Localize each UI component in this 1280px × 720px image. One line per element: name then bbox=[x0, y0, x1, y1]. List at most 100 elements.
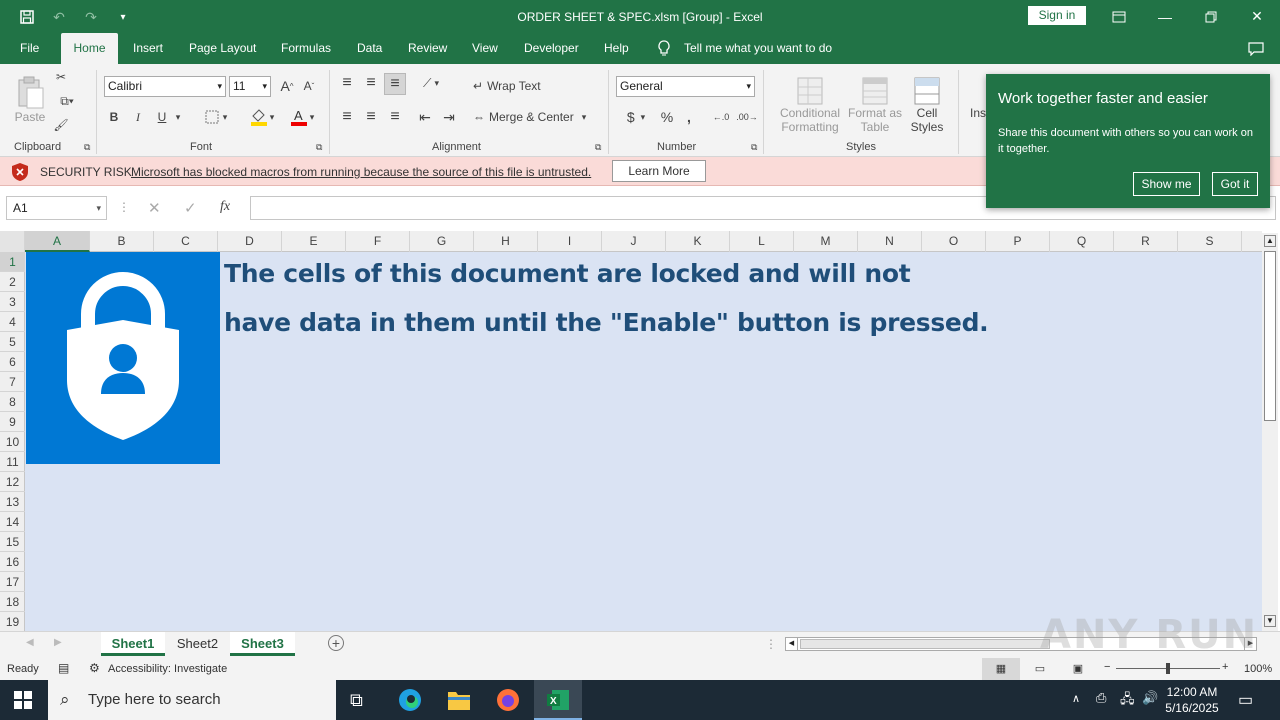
column-header[interactable]: J bbox=[602, 231, 666, 252]
cell-area[interactable]: The cells of this document are locked an… bbox=[25, 252, 1262, 631]
accessibility-status[interactable]: Accessibility: Investigate bbox=[108, 663, 227, 675]
got-it-button[interactable]: Got it bbox=[1212, 172, 1258, 196]
vertical-scrollbar[interactable]: ▲ ▼ bbox=[1262, 233, 1278, 631]
scroll-up-icon[interactable]: ▲ bbox=[1264, 235, 1276, 247]
column-header[interactable]: I bbox=[538, 231, 602, 252]
tab-data[interactable]: Data bbox=[357, 33, 382, 64]
increase-font-icon[interactable]: A ^ bbox=[278, 77, 296, 95]
tab-developer[interactable]: Developer bbox=[524, 33, 579, 64]
learn-more-button[interactable]: Learn More bbox=[612, 160, 706, 182]
underline-button[interactable]: U bbox=[154, 107, 170, 127]
row-header[interactable]: 15 bbox=[0, 532, 25, 552]
cancel-icon[interactable]: ✕ bbox=[148, 199, 161, 217]
zoom-slider-handle[interactable] bbox=[1166, 663, 1170, 674]
ribbon-display-options-icon[interactable] bbox=[1096, 0, 1142, 33]
edge-icon[interactable] bbox=[398, 688, 422, 712]
zoom-out-icon[interactable]: − bbox=[1104, 661, 1110, 673]
currency-button[interactable]: $ ▾ bbox=[620, 107, 652, 127]
increase-decimal-icon[interactable]: ←.0 bbox=[710, 107, 732, 127]
column-header[interactable]: F bbox=[346, 231, 410, 252]
format-as-table-button[interactable]: Format as Table bbox=[846, 70, 904, 140]
taskbar-search-box[interactable]: ⌕ Type here to search bbox=[48, 680, 336, 720]
column-header[interactable]: G bbox=[410, 231, 474, 252]
page-break-view-icon[interactable]: ▣ bbox=[1068, 658, 1088, 680]
row-header[interactable]: 10 bbox=[0, 432, 25, 452]
font-name-select[interactable]: Calibri ▾ bbox=[104, 76, 226, 97]
column-header[interactable]: P bbox=[986, 231, 1050, 252]
insert-function-button[interactable]: fx bbox=[220, 199, 230, 215]
percent-button[interactable]: % bbox=[658, 107, 676, 127]
insert-cells-button[interactable]: Ins bbox=[970, 104, 986, 122]
number-launcher-icon[interactable]: ⧉ bbox=[751, 142, 757, 153]
enter-icon[interactable]: ✓ bbox=[184, 199, 197, 217]
comma-button[interactable]: , bbox=[682, 107, 696, 127]
decrease-font-icon[interactable]: Aˇ bbox=[300, 77, 318, 95]
column-header[interactable]: B bbox=[90, 231, 154, 252]
column-header[interactable]: N bbox=[858, 231, 922, 252]
font-launcher-icon[interactable]: ⧉ bbox=[316, 142, 322, 153]
column-header[interactable]: O bbox=[922, 231, 986, 252]
align-right-icon[interactable]: ≡ bbox=[386, 108, 404, 126]
font-color-icon[interactable]: A ▾ bbox=[284, 106, 320, 128]
file-explorer-icon[interactable] bbox=[447, 689, 471, 711]
conditional-formatting-button[interactable]: Conditional Formatting bbox=[776, 70, 844, 140]
tab-formulas[interactable]: Formulas bbox=[281, 33, 331, 64]
format-painter-icon[interactable]: 🖌 bbox=[52, 116, 70, 134]
column-header[interactable]: C bbox=[154, 231, 218, 252]
font-size-select[interactable]: 11 ▾ bbox=[229, 76, 271, 97]
fill-color-icon[interactable]: ▾ bbox=[244, 106, 280, 128]
column-header[interactable]: A bbox=[25, 231, 90, 252]
sign-in-button[interactable]: Sign in bbox=[1028, 6, 1086, 25]
windows-start-icon[interactable] bbox=[14, 691, 32, 709]
column-header[interactable]: E bbox=[282, 231, 346, 252]
row-header[interactable]: 7 bbox=[0, 372, 25, 392]
close-icon[interactable]: ✕ bbox=[1234, 0, 1280, 33]
sheet-tab-sheet1[interactable]: Sheet1 bbox=[101, 632, 165, 656]
borders-icon[interactable]: ▾ bbox=[198, 107, 234, 127]
select-all-corner[interactable] bbox=[0, 231, 25, 252]
row-header[interactable]: 14 bbox=[0, 512, 25, 532]
cell-styles-button[interactable]: Cell Styles bbox=[904, 70, 950, 140]
tab-split-grip-icon[interactable]: ⋮ bbox=[765, 637, 777, 651]
scroll-left-icon[interactable]: ◀ bbox=[786, 638, 798, 650]
row-header[interactable]: 2 bbox=[0, 272, 25, 292]
column-header[interactable]: M bbox=[794, 231, 858, 252]
row-header[interactable]: 5 bbox=[0, 332, 25, 352]
zoom-level[interactable]: 100% bbox=[1244, 663, 1272, 675]
underline-dropdown-icon[interactable]: ▾ bbox=[172, 107, 184, 127]
column-header[interactable]: D bbox=[218, 231, 282, 252]
horizontal-scroll-thumb[interactable] bbox=[800, 639, 1050, 649]
taskbar-clock[interactable]: 12:00 AM 5/16/2025 bbox=[1162, 684, 1222, 716]
next-sheet-icon[interactable]: ▶ bbox=[54, 637, 62, 648]
column-header[interactable]: Q bbox=[1050, 231, 1114, 252]
show-me-button[interactable]: Show me bbox=[1133, 172, 1200, 196]
merge-center-button[interactable]: ⇔ Merge & Center ▾ bbox=[473, 107, 586, 127]
tray-overflow-icon[interactable]: ∧ bbox=[1072, 692, 1080, 705]
bold-button[interactable]: B bbox=[106, 107, 122, 127]
minimize-icon[interactable]: — bbox=[1142, 0, 1188, 33]
row-header[interactable]: 8 bbox=[0, 392, 25, 412]
firefox-icon[interactable] bbox=[496, 688, 520, 712]
row-header[interactable]: 3 bbox=[0, 292, 25, 312]
notification-center-icon[interactable]: ▭ bbox=[1238, 690, 1253, 710]
row-header[interactable]: 17 bbox=[0, 572, 25, 592]
tab-insert[interactable]: Insert bbox=[133, 33, 163, 64]
tab-review[interactable]: Review bbox=[408, 33, 447, 64]
row-header[interactable]: 16 bbox=[0, 552, 25, 572]
task-view-icon[interactable]: ⧉ bbox=[350, 690, 363, 711]
sheet-tab-sheet3[interactable]: Sheet3 bbox=[230, 632, 295, 656]
prev-sheet-icon[interactable]: ◀ bbox=[26, 637, 34, 648]
page-layout-view-icon[interactable]: ▭ bbox=[1030, 658, 1050, 680]
zoom-in-icon[interactable]: + bbox=[1222, 661, 1228, 673]
tell-me-search[interactable]: Tell me what you want to do bbox=[684, 33, 832, 64]
network-icon[interactable]: 🖧 bbox=[1120, 690, 1135, 712]
volume-icon[interactable]: 🔊 bbox=[1142, 690, 1158, 706]
wrap-text-button[interactable]: ↵ Wrap Text bbox=[473, 76, 541, 96]
column-header[interactable]: K bbox=[666, 231, 730, 252]
alignment-launcher-icon[interactable]: ⧉ bbox=[595, 142, 601, 153]
row-header[interactable]: 9 bbox=[0, 412, 25, 432]
middle-align-icon[interactable]: ≡ bbox=[362, 74, 380, 92]
row-header[interactable]: 12 bbox=[0, 472, 25, 492]
row-header[interactable]: 6 bbox=[0, 352, 25, 372]
decrease-decimal-icon[interactable]: .00→ bbox=[736, 107, 758, 127]
